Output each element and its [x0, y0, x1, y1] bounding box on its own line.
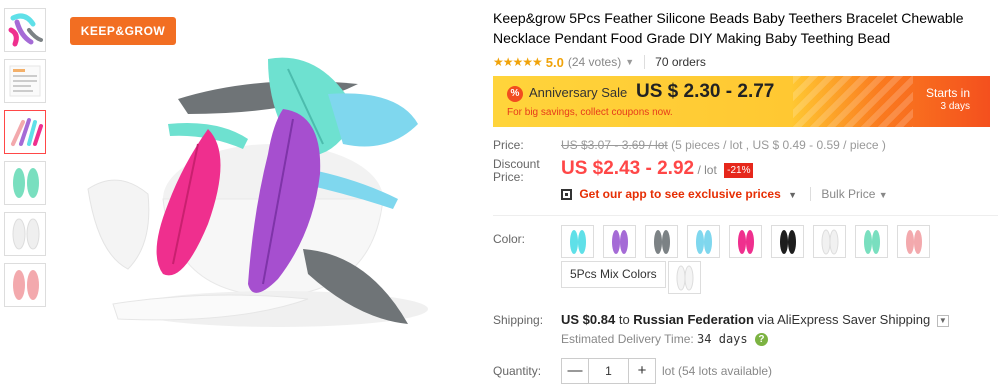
quantity-availability: lot (54 lots available)	[662, 364, 773, 378]
quantity-decrease-button[interactable]: —	[562, 359, 588, 383]
color-swatch-pink[interactable]	[729, 225, 762, 258]
help-icon[interactable]: ?	[754, 333, 768, 347]
thumbnail-list	[4, 8, 50, 314]
color-row: Color: 5Pcs Mix Colors	[493, 225, 993, 302]
bulk-price-label: Bulk Price	[821, 187, 876, 201]
swatch-feather-icon	[905, 229, 922, 254]
swatch-feather-icon	[821, 229, 838, 254]
quantity-input[interactable]: 1	[588, 359, 629, 383]
discount-unit: / lot	[697, 163, 717, 177]
shipping-price: US $0.84	[561, 312, 616, 327]
original-price: US $3.07 - 3.69 / lot	[561, 138, 668, 152]
product-info: Keep&grow 5Pcs Feather Silicone Beads Ba…	[493, 0, 998, 384]
quantity-stepper: — 1 +	[561, 358, 656, 384]
thumbnail-2[interactable]	[4, 59, 46, 103]
discount-label: Discount Price:	[493, 157, 540, 184]
swatch-feather-icon	[737, 229, 754, 254]
swatch-feather-icon	[676, 265, 693, 290]
rating-row: ★★★★★ 5.0 (24 votes) ▼ 70 orders	[493, 54, 993, 70]
orders-count: 70 orders	[644, 55, 706, 69]
discount-badge: -21%	[724, 163, 754, 179]
shipping-to: to	[618, 312, 630, 327]
swatch-feather-icon	[779, 229, 796, 254]
quantity-label: Quantity:	[493, 364, 542, 378]
price-row: Price: US $3.07 - 3.69 / lot (5 pieces /…	[493, 138, 993, 152]
delivery-label: Estimated Delivery Time:	[561, 332, 694, 346]
app-price-row: Get our app to see exclusive prices ▼ Bu…	[561, 187, 888, 201]
swatch-feather-icon	[569, 229, 586, 254]
discount-price: US $2.43 - 2.92	[561, 158, 695, 179]
color-swatch-light-pink[interactable]	[897, 225, 930, 258]
shipping-row: Shipping: US $0.84 to Russian Federation…	[493, 312, 993, 348]
starts-label: Starts in	[925, 86, 970, 100]
brand-logo: KEEP&GROW	[70, 17, 176, 45]
thumbnail-6[interactable]	[4, 263, 46, 307]
rating-value: 5.0	[545, 54, 564, 70]
swatch-feather-icon	[863, 229, 880, 254]
shipping-country[interactable]: Russian Federation	[633, 312, 754, 327]
quantity-increase-button[interactable]: +	[629, 359, 655, 383]
main-product-image: KEEP&GROW	[58, 4, 468, 382]
quantity-row: Quantity: — 1 + lot (54 lots available)	[493, 358, 993, 386]
sale-banner[interactable]: % Anniversary Sale US $ 2.30 - 2.77 For …	[493, 76, 990, 127]
discount-value: US $2.43 - 2.92 / lot -21%	[561, 158, 754, 180]
thumbnail-1[interactable]	[4, 8, 46, 52]
price-label: Price:	[493, 138, 524, 152]
price-details: (5 pieces / lot , US $ 0.49 - 0.59 / pie…	[671, 138, 886, 152]
votes-link[interactable]: (24 votes)	[568, 55, 621, 69]
color-swatch-aqua[interactable]	[561, 225, 594, 258]
divider	[493, 215, 998, 216]
shipping-info: US $0.84 to Russian Federation via AliEx…	[561, 312, 949, 327]
sale-percent-icon: %	[507, 86, 523, 102]
swatch-feather-icon	[611, 229, 628, 254]
color-swatch-black[interactable]	[771, 225, 804, 258]
sale-subtext: For big savings, collect coupons now.	[507, 107, 673, 118]
price-value: US $3.07 - 3.69 / lot (5 pieces / lot , …	[561, 138, 886, 152]
color-swatch-extra[interactable]	[668, 261, 701, 294]
chevron-down-icon[interactable]: ▼	[788, 190, 797, 200]
color-swatch-white[interactable]	[813, 225, 846, 258]
shipping-method[interactable]: via AliExpress Saver Shipping	[758, 312, 931, 327]
chevron-down-icon: ▼	[878, 190, 888, 200]
delivery-value: 34 days	[697, 332, 748, 346]
app-prices-link[interactable]: Get our app to see exclusive prices	[579, 187, 780, 201]
thumbnail-3[interactable]	[4, 110, 46, 154]
shipping-label: Shipping:	[493, 313, 544, 327]
chevron-down-icon[interactable]: ▼	[625, 57, 634, 67]
star-rating-icon: ★★★★★	[493, 55, 543, 69]
color-swatch-mint[interactable]	[855, 225, 888, 258]
product-title: Keep&grow 5Pcs Feather Silicone Beads Ba…	[493, 10, 964, 46]
qr-code-icon	[561, 189, 572, 201]
color-swatch-light-blue[interactable]	[687, 225, 720, 258]
color-swatch-gray[interactable]	[645, 225, 678, 258]
delivery-info: Estimated Delivery Time: 34 days ?	[561, 332, 768, 347]
discount-row: Discount Price: US $2.43 - 2.92 / lot -2…	[493, 158, 993, 208]
banner-stripes	[793, 76, 913, 127]
sale-countdown: Starts in 3 days	[926, 86, 970, 114]
chevron-down-icon[interactable]: ▼	[936, 314, 949, 327]
bulk-price-link[interactable]: Bulk Price ▼	[810, 187, 888, 201]
thumbnail-5[interactable]	[4, 212, 46, 256]
swatch-feather-icon	[695, 229, 712, 254]
color-swatch-purple[interactable]	[603, 225, 636, 258]
swatch-feather-icon	[653, 229, 670, 254]
thumbnail-4[interactable]	[4, 161, 46, 205]
color-label: Color:	[493, 232, 526, 246]
sale-name: Anniversary Sale	[529, 85, 628, 100]
sale-price: US $ 2.30 - 2.77	[636, 81, 775, 102]
starts-value: 3 days	[940, 101, 970, 112]
mix-colors-option[interactable]: 5Pcs Mix Colors	[561, 261, 666, 288]
